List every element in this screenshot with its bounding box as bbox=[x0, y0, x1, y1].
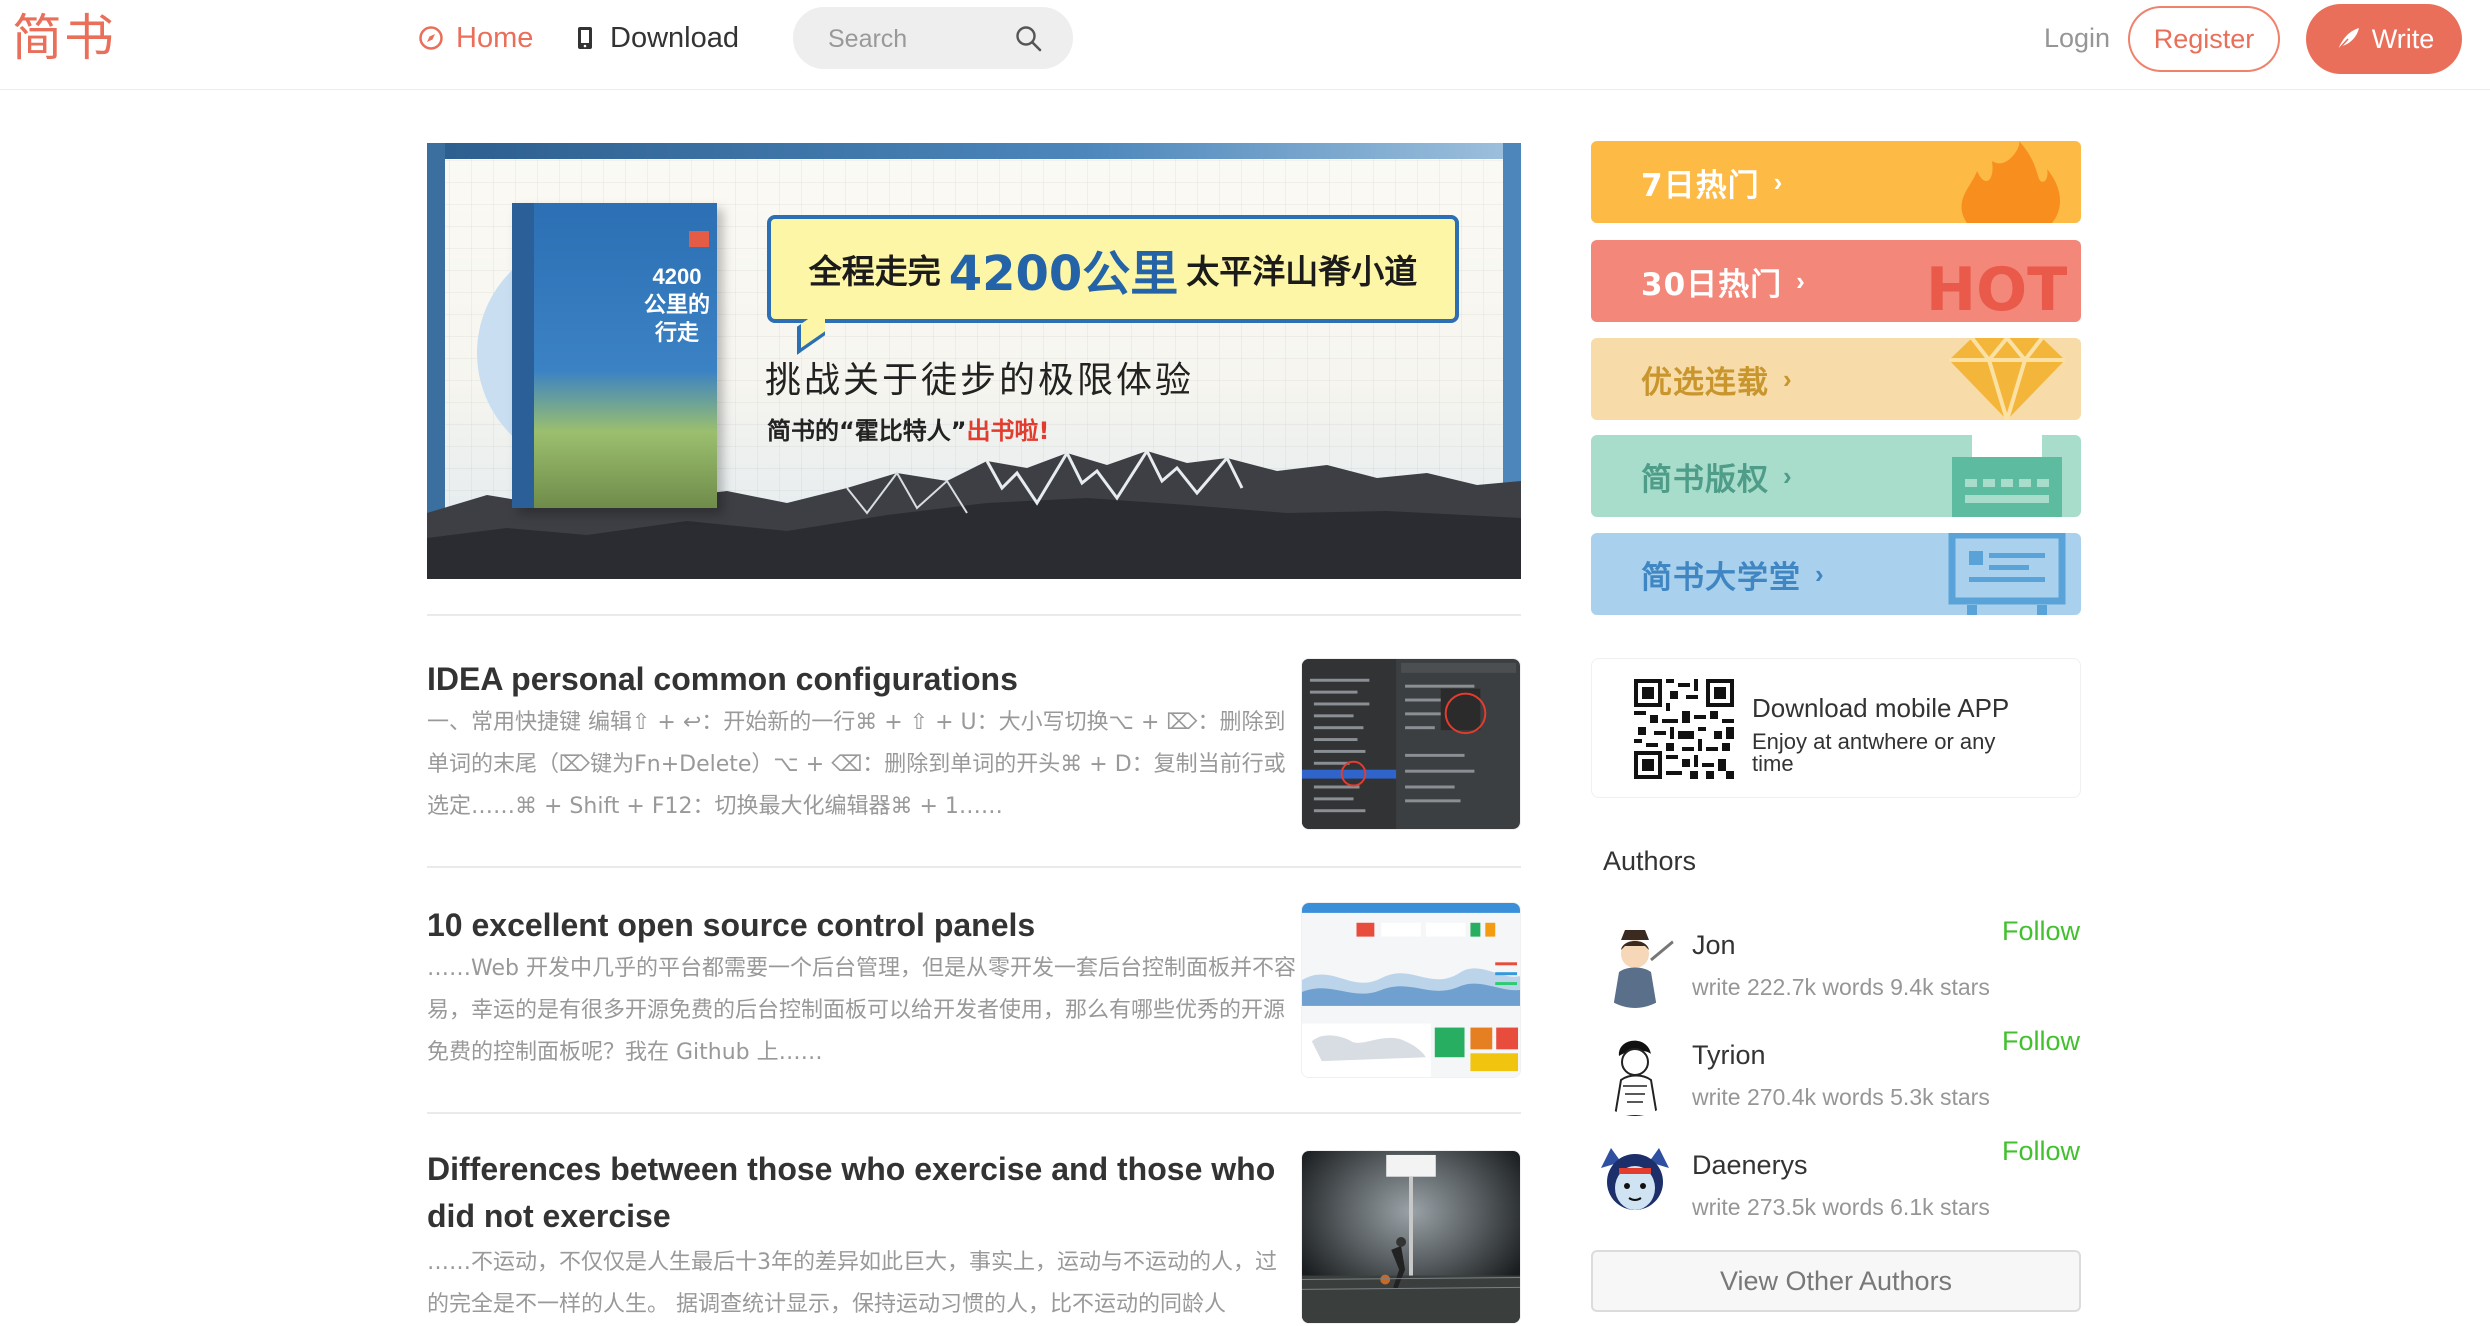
hot-text-icon: HOT bbox=[1927, 255, 2067, 322]
mobile-phone-icon bbox=[578, 27, 592, 49]
article-item: Differences between those who exercise a… bbox=[427, 1146, 1521, 1326]
app-download-title: Download mobile APP bbox=[1752, 693, 2010, 723]
register-button[interactable]: Register bbox=[2128, 6, 2280, 72]
write-button-label: Write bbox=[2371, 23, 2435, 54]
book-title: 4200公里的行走 bbox=[643, 264, 710, 345]
board-label: 简书大学堂 bbox=[1641, 559, 1801, 596]
book-publisher-logo bbox=[689, 231, 709, 247]
app-download-description: Enjoy at antwhere or any time bbox=[1752, 729, 1996, 776]
board-featured-serials[interactable]: 优选连载 › bbox=[1591, 338, 2081, 420]
screen-icon bbox=[1948, 533, 2066, 615]
chevron-right-icon: › bbox=[1773, 166, 1783, 197]
follow-button[interactable]: Follow bbox=[1990, 1136, 2080, 1167]
headline-prefix: 全程走完 bbox=[808, 252, 941, 291]
follow-button[interactable]: Follow bbox=[1990, 916, 2080, 947]
promo-banner[interactable]: 4200公里的行走 全程走完 4200公里 太平洋山脊小道 挑战关于徒步的极限体… bbox=[427, 143, 1521, 579]
book-cover-image: 4200公里的行走 bbox=[512, 203, 717, 508]
board-university[interactable]: 简书大学堂 › bbox=[1591, 533, 2081, 615]
search-box bbox=[793, 7, 1073, 69]
article-title[interactable]: Differences between those who exercise a… bbox=[427, 1146, 1287, 1240]
board-label: 30日热门 bbox=[1641, 266, 1783, 303]
qr-code-image bbox=[1634, 679, 1734, 779]
article-divider bbox=[427, 1112, 1521, 1114]
author-meta: write 270.4k words 5.3k stars bbox=[1692, 1084, 1990, 1110]
headline-distance: 4200公里 bbox=[948, 246, 1179, 302]
nav-home-link[interactable]: Home bbox=[418, 18, 533, 58]
author-meta: write 222.7k words 9.4k stars bbox=[1692, 974, 1990, 1000]
avatar[interactable] bbox=[1591, 920, 1679, 1008]
feather-pen-icon bbox=[2336, 28, 2359, 52]
author-name[interactable]: Jon bbox=[1692, 930, 1736, 961]
nav-home-label: Home bbox=[456, 21, 534, 54]
chevron-right-icon: › bbox=[1796, 265, 1805, 296]
article-item: 10 excellent open source control panels … bbox=[427, 898, 1521, 1112]
login-link[interactable]: Login bbox=[2044, 18, 2110, 58]
article-item: IDEA personal common configurations 一、常用… bbox=[427, 652, 1521, 866]
diamond-icon bbox=[1949, 338, 2065, 420]
board-7day-hot[interactable]: 7日热门 › bbox=[1591, 141, 2081, 223]
author-name[interactable]: Tyrion bbox=[1692, 1040, 1766, 1071]
article-abstract: 一、常用快捷键 编辑⇧ + ↩：开始新的一行⌘ + ⇧ + U：大小写切换⌥ +… bbox=[427, 710, 1286, 819]
search-icon[interactable] bbox=[1014, 24, 1044, 54]
article-title[interactable]: IDEA personal common configurations bbox=[427, 656, 1018, 703]
nav-download-link[interactable]: Download bbox=[572, 18, 739, 58]
article-abstract: ……不运动，不仅仅是人生最后十3年的差异如此巨大，事实上，运动与不运动的人，过的… bbox=[427, 1250, 1277, 1317]
article-abstract: ……Web 开发中几乎的平台都需要一个后台管理，但是从零开发一套后台控制面板并不… bbox=[427, 956, 1296, 1065]
board-label: 7日热门 bbox=[1641, 167, 1760, 204]
write-button[interactable]: Write bbox=[2306, 4, 2462, 74]
flame-icon bbox=[1961, 141, 2061, 223]
article-divider bbox=[427, 866, 1521, 868]
board-copyright[interactable]: 简书版权 › bbox=[1591, 435, 2081, 517]
headline-suffix: 太平洋山脊小道 bbox=[1186, 252, 1418, 291]
chevron-right-icon: › bbox=[1783, 460, 1792, 491]
banner-subtagline-highlight: 出书啦! bbox=[966, 417, 1050, 445]
article-title[interactable]: 10 excellent open source control panels bbox=[427, 902, 1035, 949]
banner-divider bbox=[427, 614, 1521, 616]
author-meta: write 273.5k words 6.1k stars bbox=[1692, 1194, 1990, 1220]
avatar[interactable] bbox=[1591, 1028, 1679, 1116]
article-thumbnail[interactable] bbox=[1301, 902, 1521, 1078]
banner-tagline: 挑战关于徒步的极限体验 bbox=[765, 360, 1195, 401]
search-input[interactable] bbox=[828, 20, 1008, 58]
banner-subtagline-text: 简书的“霍比特人” bbox=[767, 417, 967, 445]
compass-icon bbox=[419, 26, 443, 50]
banner-subtagline: 简书的“霍比特人”出书啦! bbox=[767, 411, 1050, 446]
app-download-card[interactable]: Download mobile APP Enjoy at antwhere or… bbox=[1591, 658, 2081, 798]
avatar[interactable] bbox=[1591, 1138, 1679, 1226]
board-label: 优选连载 bbox=[1641, 364, 1769, 401]
follow-button[interactable]: Follow bbox=[1990, 1026, 2080, 1057]
svg-text:HOT: HOT bbox=[1927, 255, 2067, 322]
banner-frame-top bbox=[427, 143, 1521, 159]
headline-speech-bubble: 全程走完 4200公里 太平洋山脊小道 bbox=[767, 215, 1459, 323]
chevron-right-icon: › bbox=[1815, 558, 1824, 589]
typewriter-icon bbox=[1952, 435, 2062, 517]
authors-heading: Authors bbox=[1603, 846, 1697, 876]
board-label: 简书版权 bbox=[1641, 461, 1769, 498]
nav-download-label: Download bbox=[610, 21, 739, 54]
book-spine bbox=[512, 203, 534, 508]
board-30day-hot[interactable]: 30日热门 › HOT bbox=[1591, 240, 2081, 322]
logo[interactable]: 简书 bbox=[12, 8, 116, 68]
author-name[interactable]: Daenerys bbox=[1692, 1150, 1808, 1181]
chevron-right-icon: › bbox=[1783, 363, 1792, 394]
top-navbar: 简书 Home Download Login Register Write bbox=[0, 0, 2490, 90]
view-other-authors-button[interactable]: View Other Authors bbox=[1591, 1250, 2081, 1312]
article-thumbnail[interactable] bbox=[1301, 1150, 1521, 1324]
article-thumbnail[interactable] bbox=[1301, 658, 1521, 830]
